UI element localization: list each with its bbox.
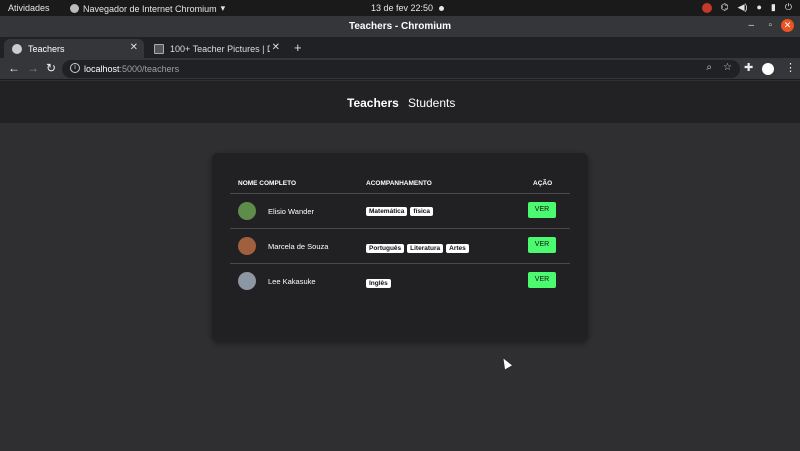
table-header: NOME COMPLETO ACOMPANHAMENTO AÇÃO <box>230 178 570 194</box>
network-icon: ⌬ <box>720 2 729 12</box>
close-tab-icon[interactable]: ✕ <box>272 42 280 53</box>
header-name: NOME COMPLETO <box>238 180 297 187</box>
url-host: localhost <box>84 64 120 74</box>
teacher-name: Marcela de Souza <box>268 242 329 251</box>
subject-tags: Matemática física <box>366 207 434 216</box>
tab-label: Teachers <box>28 43 65 54</box>
nav-link-students[interactable]: Students <box>408 96 455 110</box>
subject-tag: Português <box>366 244 405 253</box>
minimize-icon[interactable]: – <box>748 20 754 31</box>
zoom-search-icon[interactable]: ⌕ <box>706 62 712 73</box>
window-titlebar: Teachers - Chromium – ▫ ✕ <box>0 16 800 37</box>
chromium-app-icon <box>70 4 79 13</box>
nav-link-teachers[interactable]: Teachers <box>347 96 399 110</box>
subject-tag: Matemática <box>366 207 408 216</box>
avatar <box>238 272 256 290</box>
caret-down-icon: ▾ <box>220 3 226 13</box>
system-top-bar: Atividades Navegador de Internet Chromiu… <box>0 0 800 16</box>
subject-tags: Português Literatura Artes <box>366 244 469 253</box>
address-bar[interactable]: i localhost:5000/teachers ⌕ ☆ <box>62 60 740 78</box>
subject-tag: Literatura <box>407 244 444 253</box>
power-icon: ⏻ <box>784 2 792 12</box>
app-menu-label: Navegador de Internet Chromium <box>83 3 217 14</box>
header-action: AÇÃO <box>533 180 553 187</box>
battery-icon: ▮ <box>770 2 776 12</box>
back-arrow-icon[interactable]: ← <box>8 61 20 75</box>
view-teacher-button[interactable]: VER <box>528 202 556 218</box>
browser-toolbar: ← → ↻ i localhost:5000/teachers ⌕ ☆ ✚ ⋮ <box>0 58 800 80</box>
subject-tag: Inglês <box>366 279 391 288</box>
app-menu[interactable]: Navegador de Internet Chromium ▾ <box>70 3 225 14</box>
subject-tag: Artes <box>446 244 469 253</box>
teachers-table-card: NOME COMPLETO ACOMPANHAMENTO AÇÃO Elisio… <box>212 153 588 341</box>
new-tab-icon[interactable]: + <box>294 40 302 55</box>
bookmark-star-icon[interactable]: ☆ <box>723 62 732 73</box>
url-path: :5000/teachers <box>119 64 180 74</box>
restore-icon[interactable]: ▫ <box>768 20 772 31</box>
view-teacher-button[interactable]: VER <box>528 272 556 288</box>
menu-kebab-icon[interactable]: ⋮ <box>785 61 796 74</box>
subject-tags: Inglês <box>366 279 391 288</box>
forward-arrow-icon[interactable]: → <box>27 61 39 75</box>
microphone-icon: ● <box>756 2 762 12</box>
clock-label: 13 de fev 22:50 <box>371 3 434 13</box>
system-tray[interactable]: ⌬ ◀) ● ▮ ⏻ <box>701 2 792 13</box>
url-text[interactable]: localhost:5000/teachers <box>84 64 179 74</box>
clock[interactable]: 13 de fev 22:50 <box>371 3 445 13</box>
subject-tag: física <box>410 207 434 216</box>
table-row: Lee Kakasuke Inglês VER <box>230 264 570 299</box>
window-title: Teachers - Chromium <box>348 21 452 32</box>
extensions-puzzle-icon[interactable]: ✚ <box>744 61 753 74</box>
activities-button[interactable]: Atividades <box>8 3 50 13</box>
site-header: Teachers Students <box>0 81 800 123</box>
profile-avatar-icon[interactable] <box>762 63 774 75</box>
site-favicon-icon <box>154 43 164 54</box>
notification-dot-icon <box>439 5 445 11</box>
reload-icon[interactable]: ↻ <box>46 61 56 75</box>
teacher-name: Elisio Wander <box>268 207 314 216</box>
tab-label: 100+ Teacher Pictures | Do <box>170 43 270 54</box>
table-row: Marcela de Souza Português Literatura Ar… <box>230 229 570 264</box>
tab-teachers[interactable]: Teachers ✕ <box>4 39 144 58</box>
view-teacher-button[interactable]: VER <box>528 237 556 253</box>
close-tab-icon[interactable]: ✕ <box>130 42 138 53</box>
tab-strip: Teachers ✕ 100+ Teacher Pictures | Do ✕ … <box>0 37 800 58</box>
close-window-icon[interactable]: ✕ <box>781 19 794 32</box>
globe-favicon-icon <box>12 43 22 54</box>
header-subjects: ACOMPANHAMENTO <box>366 180 432 187</box>
screen-recorder-icon[interactable] <box>701 2 712 13</box>
site-info-icon[interactable]: i <box>70 63 80 73</box>
table-row: Elisio Wander Matemática física VER <box>230 194 570 229</box>
teacher-name: Lee Kakasuke <box>268 277 316 286</box>
tab-teacher-pictures[interactable]: 100+ Teacher Pictures | Do ✕ <box>146 39 286 58</box>
avatar <box>238 237 256 255</box>
avatar <box>238 202 256 220</box>
page-content: Teachers Students NOME COMPLETO ACOMPANH… <box>0 81 800 451</box>
volume-icon: ◀) <box>737 2 748 12</box>
